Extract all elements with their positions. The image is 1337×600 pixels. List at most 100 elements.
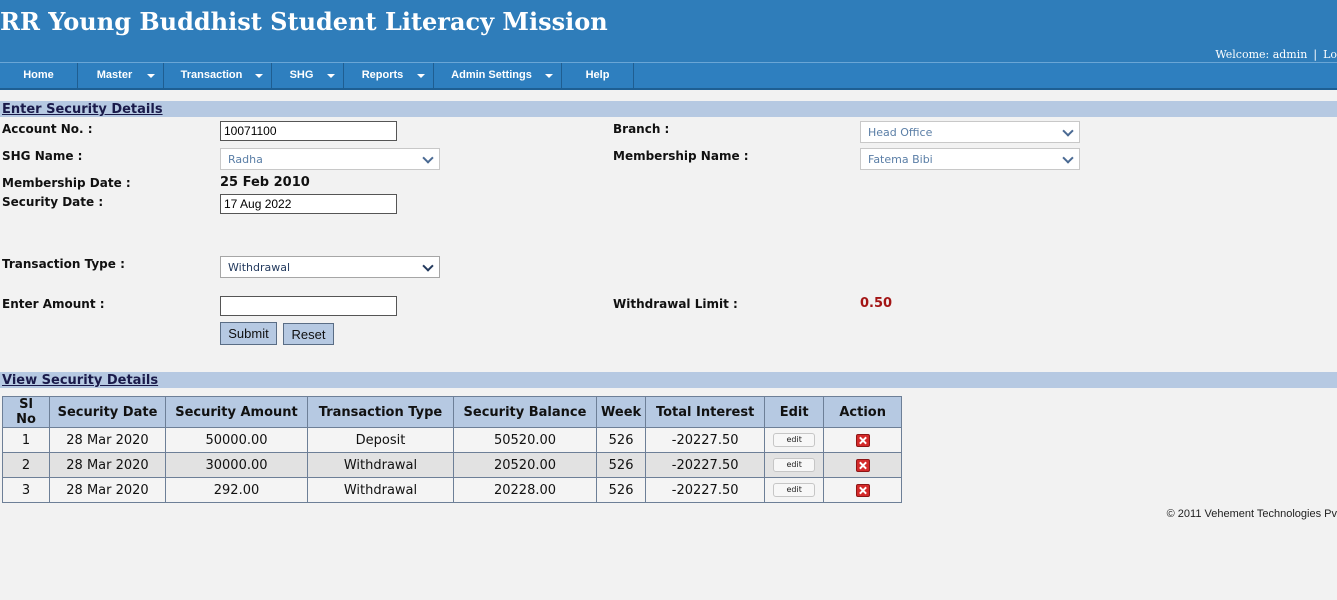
cell-sl-no: 2 bbox=[2, 452, 50, 478]
chevron-down-icon bbox=[1062, 125, 1074, 137]
table-row: 2 28 Mar 2020 30000.00 Withdrawal 20520.… bbox=[2, 452, 903, 478]
delete-icon[interactable] bbox=[855, 483, 870, 497]
chevron-down-icon bbox=[422, 152, 434, 164]
membership-date-label: Membership Date : bbox=[2, 176, 131, 190]
nav-help-label: Help bbox=[585, 69, 610, 81]
cell-total-interest: -20227.50 bbox=[645, 427, 766, 453]
chevron-down-icon bbox=[327, 74, 335, 78]
welcome-area: Welcome: admin | Lo bbox=[1215, 48, 1337, 61]
nav-master[interactable]: Master bbox=[78, 63, 164, 89]
branch-selected-value: Head Office bbox=[868, 126, 933, 139]
delete-icon[interactable] bbox=[855, 458, 870, 472]
nav-home[interactable]: Home bbox=[0, 63, 78, 89]
col-week: Week bbox=[595, 396, 647, 428]
cell-security-amount: 50000.00 bbox=[165, 427, 308, 453]
welcome-separator: | bbox=[1313, 48, 1318, 61]
nav-admin-settings[interactable]: Admin Settings bbox=[434, 63, 562, 89]
cell-transaction-type: Withdrawal bbox=[307, 452, 454, 478]
cell-edit: edit bbox=[764, 427, 825, 453]
withdrawal-limit-value: 0.50 bbox=[860, 296, 893, 311]
col-transaction-type: Transaction Type bbox=[307, 396, 454, 428]
table-header-row: Sl No Security Date Security Amount Tran… bbox=[2, 396, 903, 428]
cell-edit: edit bbox=[764, 452, 825, 478]
transaction-type-select[interactable]: Withdrawal bbox=[220, 256, 440, 278]
enter-section-header: Enter Security Details bbox=[0, 101, 1337, 117]
cell-security-date: 28 Mar 2020 bbox=[49, 427, 166, 453]
chevron-down-icon bbox=[545, 74, 553, 78]
transaction-type-selected-value: Withdrawal bbox=[228, 261, 291, 274]
col-edit: Edit bbox=[764, 396, 825, 428]
col-security-amount: Security Amount bbox=[165, 396, 308, 428]
cell-week: 526 bbox=[595, 477, 647, 503]
nav-admin-settings-label: Admin Settings bbox=[451, 69, 532, 81]
cell-week: 526 bbox=[595, 452, 647, 478]
nav-shg-label: SHG bbox=[289, 69, 314, 81]
cell-total-interest: -20227.50 bbox=[645, 452, 766, 478]
nav-home-label: Home bbox=[23, 69, 54, 81]
chevron-down-icon bbox=[147, 74, 155, 78]
cell-sl-no: 1 bbox=[2, 427, 50, 453]
table-row: 3 28 Mar 2020 292.00 Withdrawal 20228.00… bbox=[2, 477, 903, 503]
account-no-field[interactable] bbox=[220, 121, 397, 141]
cell-security-date: 28 Mar 2020 bbox=[49, 452, 166, 478]
welcome-text: Welcome: admin bbox=[1215, 48, 1308, 61]
nav-transaction[interactable]: Transaction bbox=[164, 63, 272, 89]
app-header: RR Young Buddhist Student Literacy Missi… bbox=[0, 0, 1337, 62]
shg-name-selected-value: Radha bbox=[228, 153, 263, 166]
cell-sl-no: 3 bbox=[2, 477, 50, 503]
submit-button[interactable]: Submit bbox=[220, 322, 277, 345]
cell-action bbox=[823, 452, 903, 478]
chevron-down-icon bbox=[1062, 152, 1074, 164]
cell-security-balance: 20228.00 bbox=[453, 477, 597, 503]
nav-help[interactable]: Help bbox=[562, 63, 634, 89]
nav-reports[interactable]: Reports bbox=[344, 63, 434, 89]
security-date-label: Security Date : bbox=[2, 195, 104, 209]
cell-security-date: 28 Mar 2020 bbox=[49, 477, 166, 503]
edit-button[interactable]: edit bbox=[773, 433, 816, 447]
chevron-down-icon bbox=[417, 74, 425, 78]
membership-date-value: 25 Feb 2010 bbox=[220, 175, 310, 190]
branch-select[interactable]: Head Office bbox=[860, 121, 1080, 143]
main-nav: Home Master Transaction SHG Reports Admi… bbox=[0, 62, 1337, 90]
cell-transaction-type: Withdrawal bbox=[307, 477, 454, 503]
app-title: RR Young Buddhist Student Literacy Missi… bbox=[0, 7, 608, 36]
view-section-title: View Security Details bbox=[2, 373, 159, 388]
account-no-label: Account No. : bbox=[2, 122, 93, 136]
chevron-down-icon bbox=[255, 74, 263, 78]
shg-name-select[interactable]: Radha bbox=[220, 148, 440, 170]
cell-week: 526 bbox=[595, 427, 647, 453]
security-details-table: Sl No Security Date Security Amount Tran… bbox=[2, 396, 903, 503]
nav-reports-label: Reports bbox=[361, 69, 404, 81]
cell-security-amount: 292.00 bbox=[165, 477, 308, 503]
cell-security-balance: 50520.00 bbox=[453, 427, 597, 453]
membership-name-label: Membership Name : bbox=[613, 149, 749, 163]
nav-shg[interactable]: SHG bbox=[272, 63, 344, 89]
transaction-type-label: Transaction Type : bbox=[2, 257, 125, 271]
col-total-interest: Total Interest bbox=[645, 396, 766, 428]
table-row: 1 28 Mar 2020 50000.00 Deposit 50520.00 … bbox=[2, 427, 903, 453]
logout-link[interactable]: Lo bbox=[1323, 48, 1337, 61]
footer-copyright: © 2011 Vehement Technologies Pv bbox=[1166, 508, 1337, 520]
cell-transaction-type: Deposit bbox=[307, 427, 454, 453]
amount-field[interactable] bbox=[220, 296, 397, 316]
reset-button[interactable]: Reset bbox=[283, 323, 334, 345]
membership-name-select[interactable]: Fatema Bibi bbox=[860, 148, 1080, 170]
cell-security-balance: 20520.00 bbox=[453, 452, 597, 478]
chevron-down-icon bbox=[422, 260, 434, 272]
view-section-header: View Security Details bbox=[0, 372, 1337, 388]
security-date-field[interactable] bbox=[220, 194, 397, 214]
col-security-date: Security Date bbox=[49, 396, 166, 428]
nav-transaction-label: Transaction bbox=[180, 69, 243, 81]
shg-name-label: SHG Name : bbox=[2, 149, 83, 163]
edit-button[interactable]: edit bbox=[773, 483, 816, 497]
cell-action bbox=[823, 477, 903, 503]
branch-label: Branch : bbox=[613, 122, 670, 136]
edit-button[interactable]: edit bbox=[773, 458, 816, 472]
nav-master-label: Master bbox=[96, 69, 133, 81]
col-sl-no: Sl No bbox=[2, 396, 50, 428]
membership-name-selected-value: Fatema Bibi bbox=[868, 153, 933, 166]
delete-icon[interactable] bbox=[855, 433, 870, 447]
cell-security-amount: 30000.00 bbox=[165, 452, 308, 478]
col-action: Action bbox=[823, 396, 903, 428]
enter-section-title: Enter Security Details bbox=[2, 102, 163, 117]
